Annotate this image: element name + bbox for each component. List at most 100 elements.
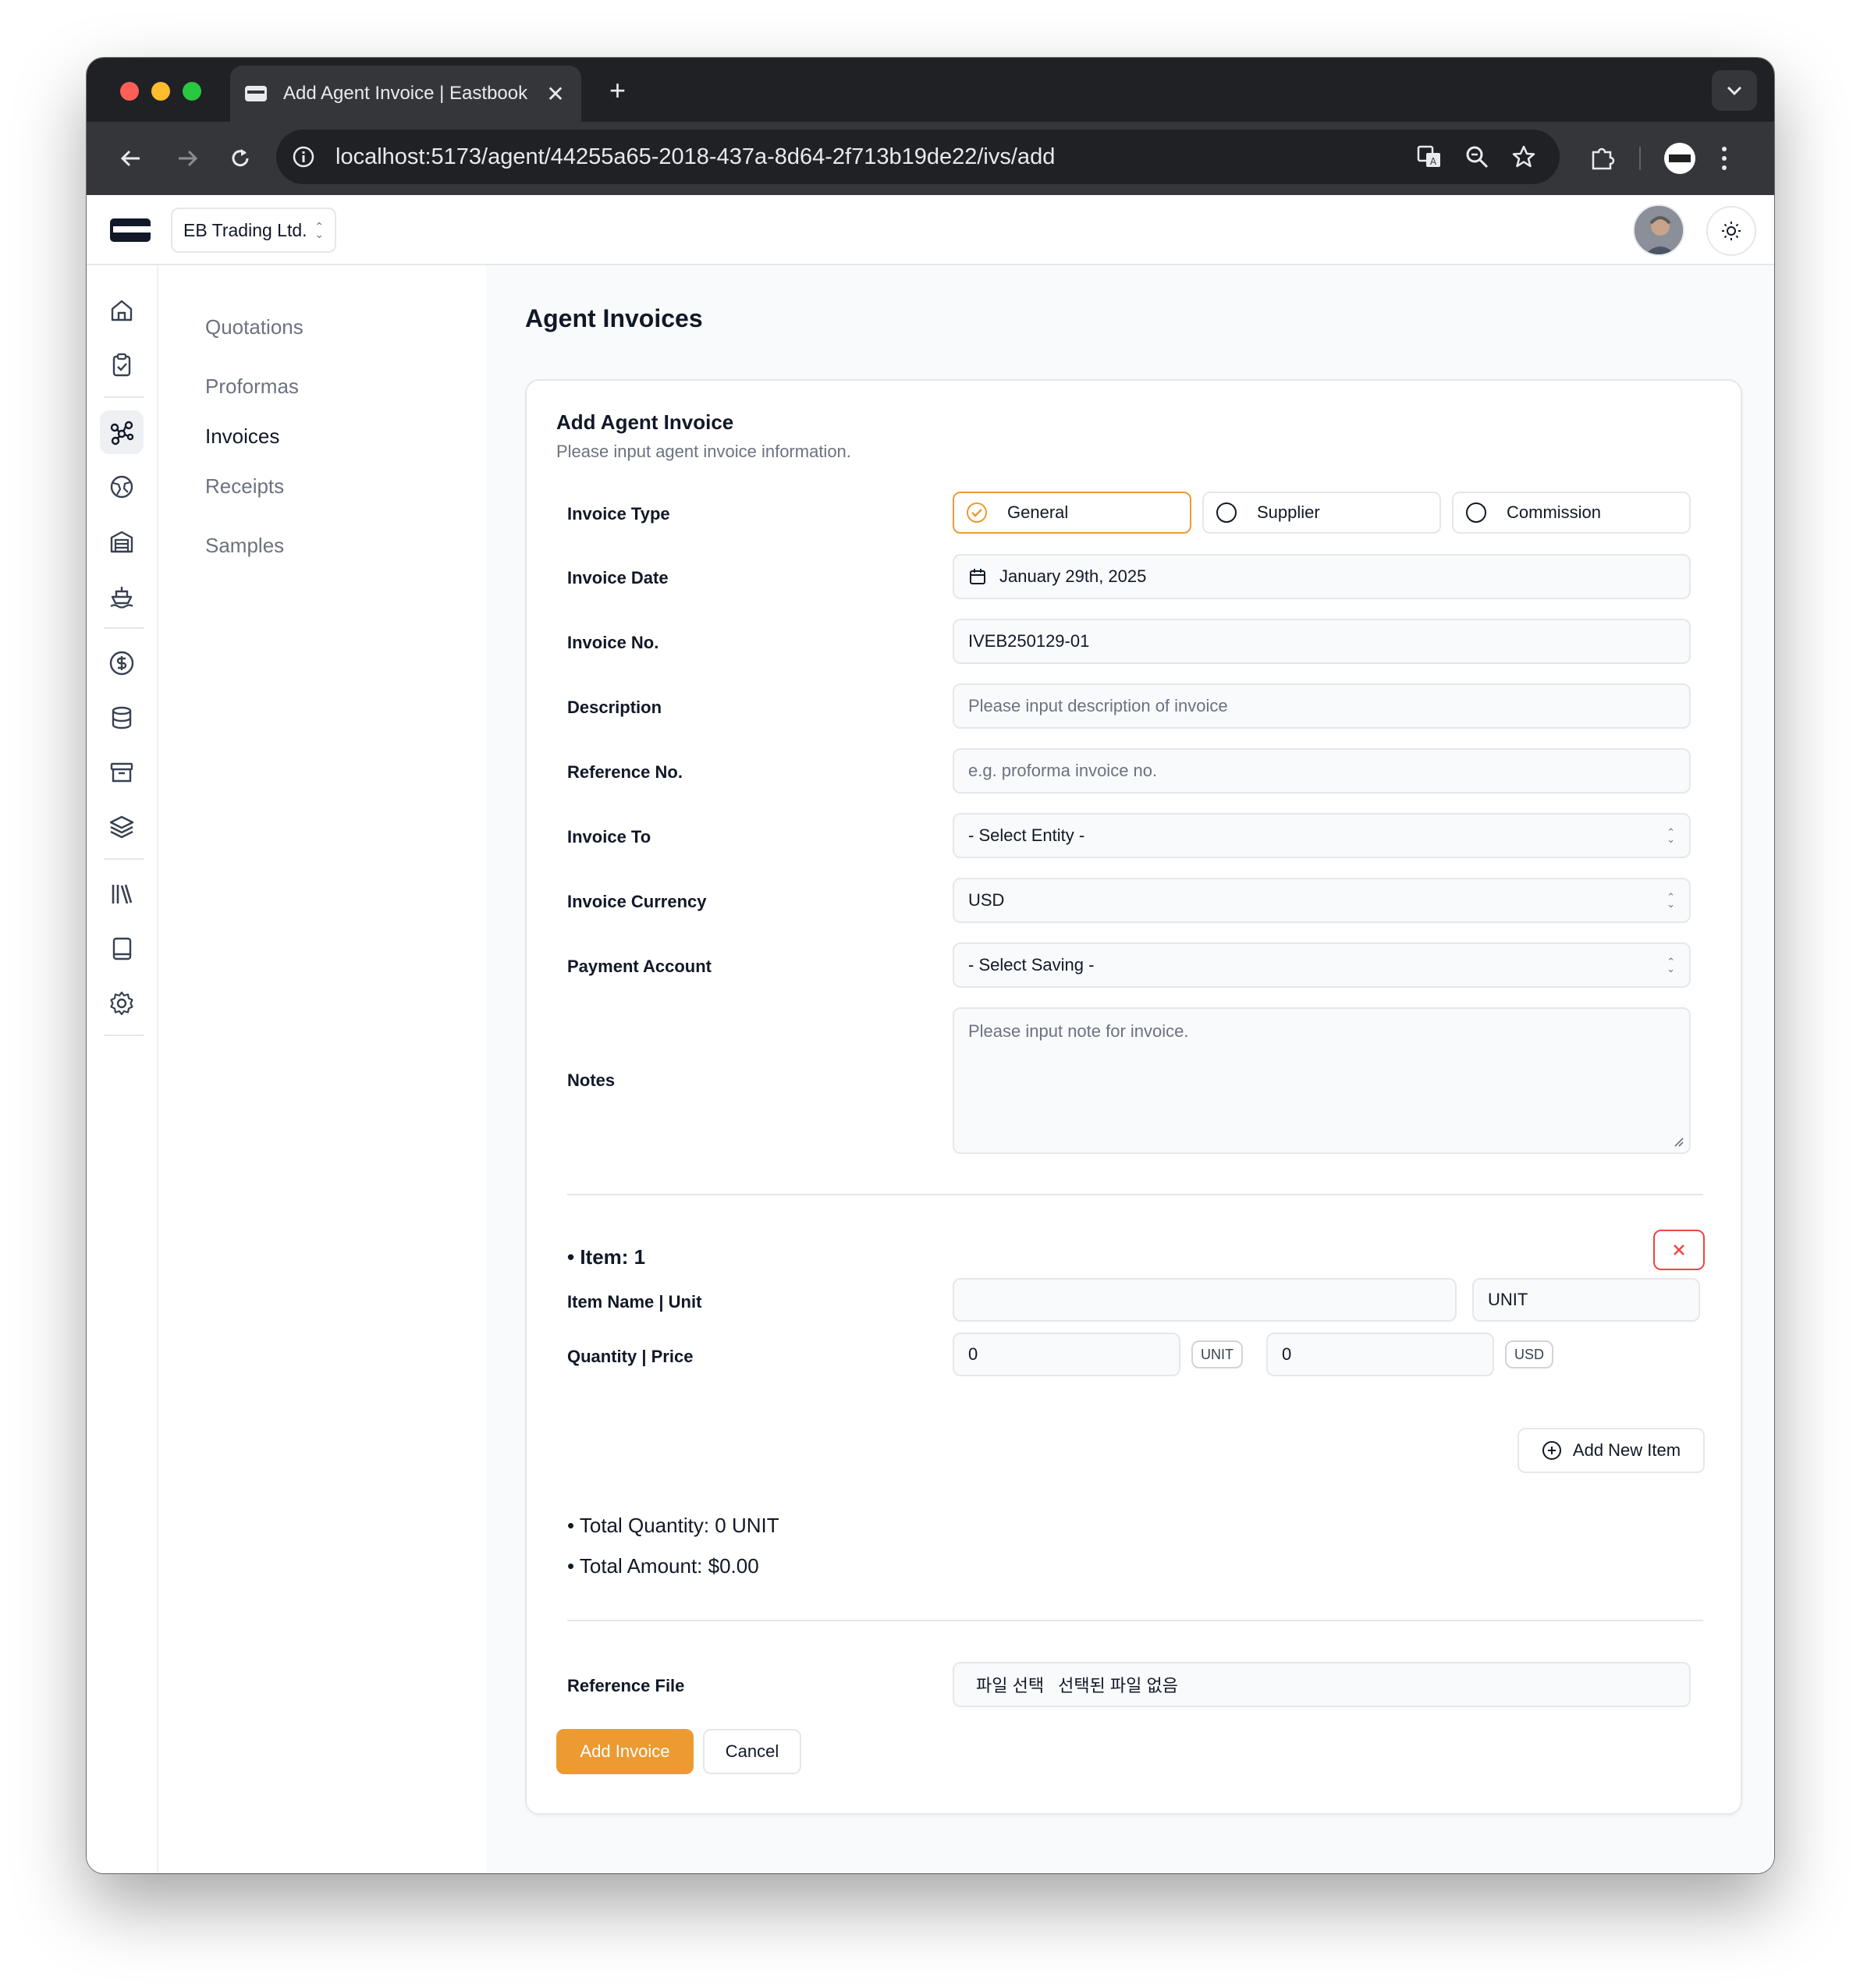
add-invoice-button[interactable]: Add Invoice <box>556 1729 694 1774</box>
notes-textarea[interactable]: Please input note for invoice. <box>953 1007 1691 1154</box>
total-amount: • Total Amount: $0.00 <box>567 1554 759 1578</box>
arrow-right-icon <box>179 150 198 167</box>
payment-account-value: - Select Saving - <box>968 955 1095 974</box>
book-icon <box>112 937 132 960</box>
choose-file-button[interactable]: 파일 선택 <box>976 1672 1044 1697</box>
ship-icon <box>110 587 133 609</box>
database-icon <box>112 706 132 730</box>
rail-home[interactable] <box>100 289 144 332</box>
rail-database[interactable] <box>100 696 144 740</box>
dollar-circle-icon <box>109 651 134 676</box>
add-new-item-button[interactable]: Add New Item <box>1517 1428 1705 1473</box>
user-avatar[interactable] <box>1633 204 1684 256</box>
invoice-type-commission-radio[interactable]: Commission <box>1452 492 1691 534</box>
rail-global[interactable] <box>100 465 144 509</box>
invoice-no-input[interactable]: IVEB250129-01 <box>953 619 1691 664</box>
invoice-currency-label: Invoice Currency <box>567 892 707 911</box>
rail-agent[interactable] <box>100 410 144 454</box>
invoice-to-select[interactable]: - Select Entity - ⌃ ⌄ <box>953 813 1691 858</box>
file-status-text: 선택된 파일 없음 <box>1058 1676 1178 1695</box>
invoice-type-general-radio[interactable]: General <box>953 492 1191 534</box>
zoom-icon[interactable] <box>1464 144 1489 169</box>
eastbook-logo-icon[interactable] <box>108 217 152 243</box>
price-value: 0 <box>1282 1344 1292 1364</box>
bookmark-star-icon[interactable] <box>1511 144 1536 169</box>
rail-settings[interactable] <box>100 982 144 1025</box>
rail-tasks[interactable] <box>100 343 144 387</box>
remove-item-button[interactable] <box>1653 1230 1705 1270</box>
invoice-date-picker[interactable]: January 29th, 2025 <box>953 554 1691 599</box>
reload-button[interactable] <box>224 142 257 175</box>
payment-account-label: Payment Account <box>567 957 712 976</box>
rail-finance[interactable] <box>100 641 144 685</box>
price-input[interactable]: 0 <box>1266 1333 1494 1376</box>
invoice-to-label: Invoice To <box>567 827 651 847</box>
rail-warehouse[interactable] <box>100 520 144 563</box>
invoice-date-label: Invoice Date <box>567 568 669 588</box>
rail-divider <box>104 396 144 398</box>
eastbook-favicon-icon <box>245 86 267 101</box>
form-description: Please input agent invoice information. <box>556 442 851 461</box>
subnav-item-quotations[interactable]: Quotations <box>205 315 303 339</box>
browser-tab[interactable]: Add Agent Invoice | Eastbook ✕ <box>230 66 581 122</box>
reference-no-input[interactable]: e.g. proforma invoice no. <box>953 748 1691 793</box>
company-select-value: EB Trading Ltd. <box>183 219 307 240</box>
quantity-price-label: Quantity | Price <box>567 1347 694 1366</box>
minimize-window-button[interactable] <box>151 82 170 101</box>
chevron-up-down-icon: ⌃ ⌄ <box>314 220 324 240</box>
url-text: localhost:5173/agent/44255a65-2018-437a-… <box>335 144 1056 169</box>
chevron-down-icon <box>1727 86 1742 96</box>
rail-divider <box>104 1035 144 1036</box>
rail-library[interactable] <box>100 872 144 916</box>
item-unit-input[interactable]: UNIT <box>1472 1278 1700 1322</box>
chevron-up-down-icon: ⌃ ⌄ <box>1667 891 1675 910</box>
subnav-item-samples[interactable]: Samples <box>205 534 284 558</box>
forward-button[interactable] <box>171 142 204 175</box>
reference-file-input[interactable]: 파일 선택 선택된 파일 없음 <box>953 1662 1691 1707</box>
toolbar-divider <box>1639 147 1641 170</box>
quantity-unit-badge: UNIT <box>1191 1340 1243 1369</box>
theme-toggle-button[interactable] <box>1706 206 1756 256</box>
rail-layers[interactable] <box>100 805 144 849</box>
address-bar[interactable]: localhost:5173/agent/44255a65-2018-437a-… <box>276 130 1560 184</box>
total-quantity: • Total Quantity: 0 UNIT <box>567 1514 779 1537</box>
item-name-unit-label: Item Name | Unit <box>567 1292 702 1312</box>
tab-close-icon[interactable]: ✕ <box>544 81 567 107</box>
tab-search-button[interactable] <box>1712 70 1757 111</box>
reference-no-label: Reference No. <box>567 762 683 782</box>
browser-menu-button[interactable] <box>1720 139 1728 178</box>
company-select[interactable]: EB Trading Ltd. ⌃ ⌄ <box>171 208 336 253</box>
item-name-input[interactable] <box>953 1278 1457 1322</box>
close-window-button[interactable] <box>120 82 139 101</box>
new-tab-button[interactable]: + <box>609 75 626 106</box>
add-new-item-label: Add New Item <box>1572 1440 1681 1460</box>
invoice-currency-select[interactable]: USD ⌃ ⌄ <box>953 878 1691 923</box>
invoice-type-supplier-radio[interactable]: Supplier <box>1202 492 1441 534</box>
back-button[interactable] <box>115 142 147 175</box>
description-input[interactable]: Please input description of invoice <box>953 683 1691 729</box>
site-info-icon[interactable] <box>292 145 315 169</box>
gear-icon <box>110 991 133 1016</box>
extensions-button[interactable] <box>1588 139 1617 178</box>
invoice-no-label: Invoice No. <box>567 633 659 652</box>
puzzle-icon <box>1592 147 1615 170</box>
subnav-item-proformas[interactable]: Proformas <box>205 375 299 399</box>
browser-toolbar: localhost:5173/agent/44255a65-2018-437a-… <box>87 122 1774 195</box>
rail-archive[interactable] <box>100 751 144 794</box>
chevron-up-down-icon: ⌃ ⌄ <box>1667 956 1675 974</box>
subnav-item-receipts[interactable]: Receipts <box>205 474 284 499</box>
sun-icon <box>1722 222 1741 240</box>
resize-handle-icon[interactable] <box>1672 1135 1684 1148</box>
maximize-window-button[interactable] <box>183 82 201 101</box>
quantity-input[interactable]: 0 <box>953 1333 1180 1376</box>
radio-circle-icon <box>1466 502 1486 523</box>
rail-book[interactable] <box>100 927 144 971</box>
payment-account-select[interactable]: - Select Saving - ⌃ ⌄ <box>953 943 1691 988</box>
arrow-left-icon <box>120 150 140 167</box>
radio-circle-icon <box>1216 502 1237 523</box>
subnav-item-invoices[interactable]: Invoices <box>205 424 279 449</box>
translate-icon[interactable]: A <box>1416 144 1443 170</box>
cancel-button[interactable]: Cancel <box>703 1729 801 1774</box>
rail-shipping[interactable] <box>100 574 144 618</box>
profile-button[interactable] <box>1663 139 1697 178</box>
